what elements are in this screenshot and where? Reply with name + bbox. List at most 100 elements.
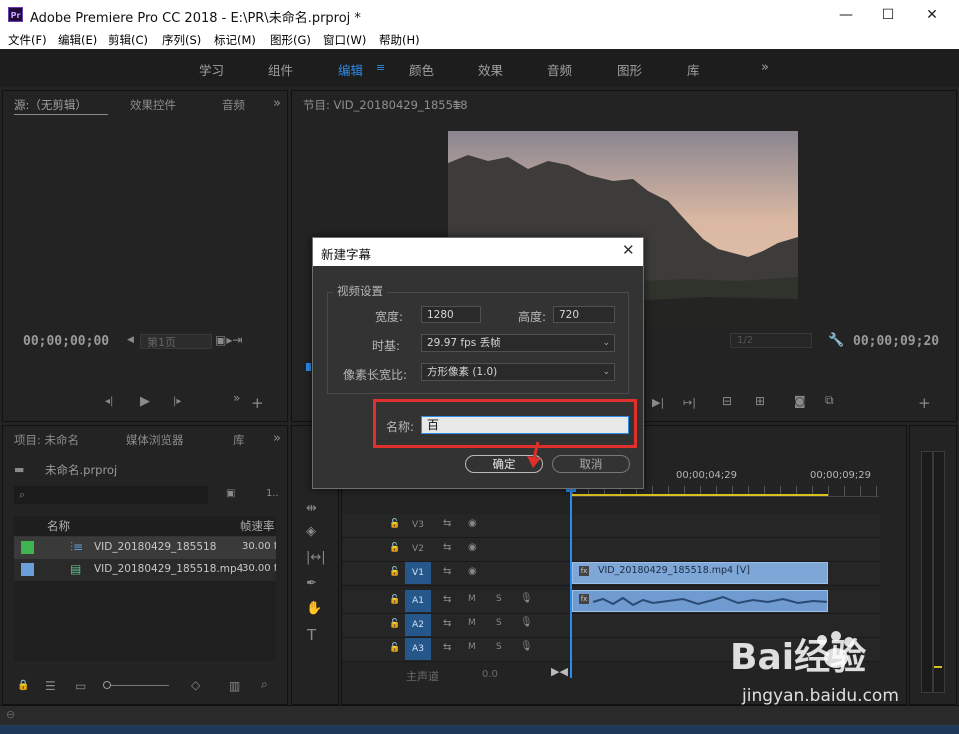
bin-icon[interactable]: ▥ <box>229 679 240 693</box>
project-panel-overflow[interactable]: » <box>273 431 281 446</box>
razor-icon[interactable]: ◈ <box>306 524 316 539</box>
page-selector[interactable]: 第1页 <box>140 334 212 349</box>
extract-icon[interactable]: ⊞ <box>755 394 765 408</box>
work-area-bar[interactable] <box>572 494 828 496</box>
mic-icon[interactable]: 🎙 <box>520 641 533 652</box>
tab-project[interactable]: 项目: 未命名 <box>14 432 79 448</box>
track-label-a3[interactable]: A3 <box>405 638 431 660</box>
audio-clip[interactable]: fx <box>572 590 828 612</box>
prev-page-icon[interactable]: ◀ <box>127 335 134 345</box>
workspace-learn[interactable]: 学习 <box>199 60 224 79</box>
list-item[interactable]: ▤ VID_20180429_185518.mp4 30.00 f <box>14 559 276 581</box>
list-view-icon[interactable]: ☰ <box>45 679 56 693</box>
icon-view-icon[interactable]: ▭ <box>75 679 86 693</box>
menu-file[interactable]: 文件(F) <box>8 32 47 48</box>
add-button-icon[interactable]: + <box>918 394 931 412</box>
sync-icon[interactable]: ⇆ <box>443 542 451 553</box>
list-item[interactable]: ⫶≡ VID_20180429_185518 30.00 f <box>14 537 276 559</box>
workspace-libraries[interactable]: 库 <box>687 60 700 79</box>
mute-icon[interactable]: M <box>468 594 476 604</box>
play-icon[interactable]: ▶ <box>140 394 150 409</box>
track-select-icon[interactable]: ⇹ <box>306 501 317 516</box>
zoom-slider-handle[interactable] <box>103 681 111 689</box>
workspace-menu-icon[interactable]: ≡ <box>376 61 385 74</box>
zoom-slider[interactable] <box>103 685 169 686</box>
workspace-assembly[interactable]: 组件 <box>268 60 293 79</box>
solo-icon[interactable]: S <box>496 594 502 604</box>
menu-clip[interactable]: 剪辑(C) <box>108 32 148 48</box>
zoom-select[interactable]: 1/2 <box>730 333 812 348</box>
camera-icon[interactable]: ◙ <box>794 394 806 408</box>
search-icon[interactable]: ⌕ <box>261 677 268 692</box>
workspace-editing[interactable]: 编辑 <box>338 60 363 79</box>
video-clip[interactable]: fx VID_20180429_185518.mp4 [V] <box>572 562 828 584</box>
program-menu-icon[interactable]: ≡ <box>452 97 462 111</box>
page-spin-icon[interactable]: ▣▸⇥ <box>215 333 242 347</box>
solo-icon[interactable]: S <box>496 618 502 628</box>
maximize-button[interactable]: ☐ <box>876 5 900 25</box>
compare-icon[interactable]: ⧉ <box>825 393 834 408</box>
menu-window[interactable]: 窗口(W) <box>323 32 366 48</box>
track-label-v3[interactable]: V3 <box>405 514 431 536</box>
workspace-graphics[interactable]: 图形 <box>617 60 642 79</box>
shuttle-icon[interactable]: ↦| <box>683 396 696 409</box>
lock-icon[interactable]: 🔓 <box>389 543 400 553</box>
playhead[interactable] <box>570 486 572 678</box>
type-tool-icon[interactable]: T <box>307 626 316 644</box>
menu-graphics[interactable]: 图形(G) <box>270 32 311 48</box>
search-input[interactable]: ⌕ <box>14 486 208 504</box>
pen-icon[interactable]: ✒ <box>306 576 317 591</box>
eye-icon[interactable]: ◉ <box>468 518 477 529</box>
cancel-button[interactable]: 取消 <box>552 455 630 473</box>
step-back-icon[interactable]: ◂| <box>105 396 113 407</box>
source-panel-overflow[interactable]: » <box>273 96 281 111</box>
track-label-a2[interactable]: A2 <box>405 614 431 636</box>
close-icon[interactable]: ✕ <box>622 241 635 259</box>
new-bin-icon[interactable]: ▣ <box>226 488 235 499</box>
workspace-overflow[interactable]: » <box>761 60 769 75</box>
program-timecode[interactable]: 00;00;09;20 <box>853 334 939 349</box>
eye-icon[interactable]: ◉ <box>468 542 477 553</box>
lock-icon[interactable]: 🔓 <box>389 595 400 605</box>
sync-icon[interactable]: ⇆ <box>443 642 451 653</box>
column-name[interactable]: 名称 <box>47 518 70 534</box>
tab-audio-mixer[interactable]: 音频 <box>222 97 245 113</box>
track-label-a1[interactable]: A1 <box>405 590 431 612</box>
overflow-buttons-icon[interactable]: » <box>233 391 240 405</box>
height-input[interactable]: 720 <box>553 306 615 323</box>
menu-edit[interactable]: 编辑(E) <box>58 32 97 48</box>
wrench-icon[interactable]: 🔧 <box>828 333 844 348</box>
mic-icon[interactable]: 🎙 <box>520 593 533 604</box>
pixel-aspect-select[interactable]: 方形像素 (1.0) ⌄ <box>421 363 615 381</box>
menu-help[interactable]: 帮助(H) <box>379 32 420 48</box>
tab-library[interactable]: 库 <box>233 432 245 448</box>
sync-icon[interactable]: ⇆ <box>443 566 451 577</box>
tab-effect-controls[interactable]: 效果控件 <box>130 97 176 113</box>
minimize-button[interactable]: — <box>834 5 858 25</box>
mute-icon[interactable]: M <box>468 642 476 652</box>
lock-icon[interactable]: 🔒 <box>17 680 29 691</box>
lock-icon[interactable]: 🔓 <box>389 619 400 629</box>
step-forward-icon[interactable]: |▸ <box>173 396 181 407</box>
timebase-select[interactable]: 29.97 fps 丢帧 ⌄ <box>421 334 615 352</box>
mute-icon[interactable]: M <box>468 618 476 628</box>
menu-marker[interactable]: 标记(M) <box>214 32 256 48</box>
column-fps[interactable]: 帧速率 <box>240 518 276 534</box>
width-input[interactable]: 1280 <box>421 306 481 323</box>
track-label-v2[interactable]: V2 <box>405 538 431 560</box>
lock-icon[interactable]: 🔓 <box>389 519 400 529</box>
add-button-icon[interactable]: + <box>251 394 264 412</box>
source-timecode[interactable]: 00;00;00;00 <box>23 334 109 349</box>
lock-icon[interactable]: 🔓 <box>389 643 400 653</box>
lift-icon[interactable]: ⊟ <box>722 394 732 408</box>
sync-icon[interactable]: ⇆ <box>443 618 451 629</box>
solo-icon[interactable]: S <box>496 642 502 652</box>
workspace-color[interactable]: 颜色 <box>409 60 434 79</box>
sort-icon[interactable]: ◇ <box>191 678 200 692</box>
mic-icon[interactable]: 🎙 <box>520 617 533 628</box>
master-end-icon[interactable]: ▶◀ <box>551 665 568 678</box>
master-track-value[interactable]: 0.0 <box>482 669 498 680</box>
eye-icon[interactable]: ◉ <box>468 566 477 577</box>
hand-icon[interactable]: ✋ <box>306 601 322 616</box>
slip-icon[interactable]: |↔| <box>306 550 326 565</box>
